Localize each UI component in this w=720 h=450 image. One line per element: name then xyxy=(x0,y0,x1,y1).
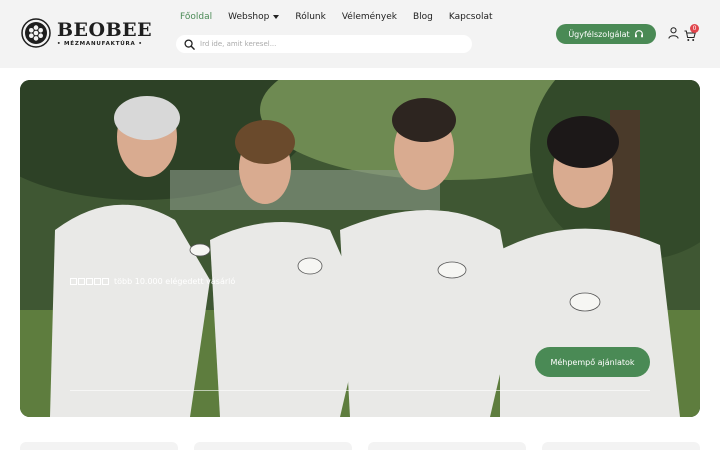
main-nav: Főoldal Webshop Rólunk Vélemények Blog K… xyxy=(180,12,509,22)
royal-jelly-offers-button[interactable]: Méhpempő ajánlatok xyxy=(535,347,650,377)
hero-rating: több 10.000 elégedett vásárló xyxy=(70,277,235,286)
product-cards-row xyxy=(20,442,700,450)
nav-item-about[interactable]: Rólunk xyxy=(295,12,325,22)
headset-icon xyxy=(634,30,643,38)
product-card[interactable] xyxy=(20,442,178,450)
nav-item-webshop[interactable]: Webshop xyxy=(228,12,280,22)
star-icon xyxy=(102,278,109,285)
brand-tagline: • MÉZMANUFAKTÚRA • xyxy=(57,40,143,47)
user-icon[interactable] xyxy=(668,27,679,39)
cart-button[interactable]: 0 xyxy=(684,24,699,41)
slider-progress-bar[interactable] xyxy=(70,390,650,391)
rating-text: több 10.000 elégedett vásárló xyxy=(114,277,236,286)
star-icon xyxy=(78,278,85,285)
nav-item-home[interactable]: Főoldal xyxy=(180,12,212,22)
product-card[interactable] xyxy=(194,442,352,450)
brand-logo[interactable]: BEOBEE • MÉZMANUFAKTÚRA • xyxy=(21,18,152,48)
search-bar xyxy=(176,35,472,53)
nav-item-webshop-label: Webshop xyxy=(228,12,270,22)
cart-count-badge: 0 xyxy=(690,24,699,33)
star-icon xyxy=(94,278,101,285)
rating-stars xyxy=(70,278,110,285)
nav-item-reviews[interactable]: Vélemények xyxy=(342,12,397,22)
star-icon xyxy=(70,278,77,285)
nav-item-contact[interactable]: Kapcsolat xyxy=(449,12,493,22)
logo-honeycomb-icon xyxy=(21,18,51,48)
product-card[interactable] xyxy=(368,442,526,450)
hero-banner: több 10.000 elégedett vásárló Méhpempő a… xyxy=(20,80,700,417)
site-header: BEOBEE • MÉZMANUFAKTÚRA • Főoldal Websho… xyxy=(0,0,720,68)
search-icon[interactable] xyxy=(184,38,195,50)
search-input[interactable] xyxy=(200,40,450,48)
support-button[interactable]: Ügyfélszolgálat xyxy=(556,24,656,44)
star-icon xyxy=(86,278,93,285)
product-card[interactable] xyxy=(542,442,700,450)
support-button-label: Ügyfélszolgálat xyxy=(568,29,630,39)
chevron-down-icon xyxy=(273,15,280,19)
brand-name: BEOBEE xyxy=(57,18,153,41)
nav-item-blog[interactable]: Blog xyxy=(413,12,433,22)
